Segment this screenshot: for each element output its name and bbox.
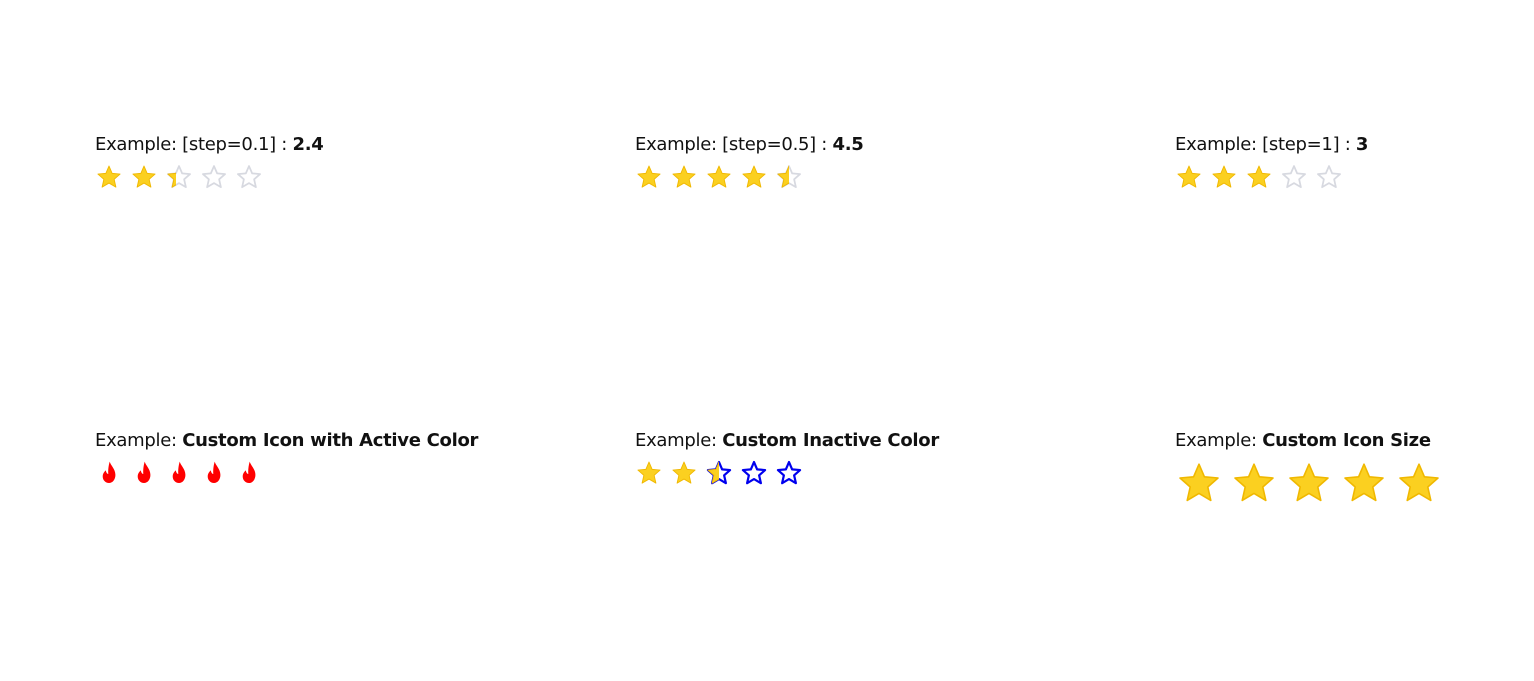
star-icon[interactable] bbox=[635, 459, 663, 487]
star-icon[interactable] bbox=[1285, 459, 1333, 507]
star-icon[interactable] bbox=[95, 163, 123, 191]
example-step-0-1: Example: [step=0.1] : 2.4 bbox=[95, 134, 515, 191]
fire-rating[interactable] bbox=[95, 459, 515, 487]
fire-icon[interactable] bbox=[200, 459, 228, 487]
example-label: Example: [step=0.1] : 2.4 bbox=[95, 134, 515, 156]
star-icon[interactable] bbox=[1315, 163, 1343, 191]
label-value: 2.4 bbox=[292, 134, 324, 155]
star-icon[interactable] bbox=[705, 163, 733, 191]
star-icon[interactable] bbox=[200, 163, 228, 191]
star-rating[interactable] bbox=[635, 459, 1055, 487]
star-icon[interactable] bbox=[1175, 163, 1203, 191]
label-value: 4.5 bbox=[832, 134, 864, 155]
star-icon[interactable] bbox=[1280, 163, 1308, 191]
label-prefix: Example: bbox=[1175, 430, 1263, 451]
star-icon[interactable] bbox=[705, 459, 733, 487]
star-icon[interactable] bbox=[670, 163, 698, 191]
label-value: Custom Inactive Color bbox=[722, 430, 939, 451]
label-value: Custom Icon Size bbox=[1262, 430, 1431, 451]
example-step-1: Example: [step=1] : 3 bbox=[1175, 134, 1534, 191]
star-icon[interactable] bbox=[1395, 459, 1443, 507]
fire-icon[interactable] bbox=[165, 459, 193, 487]
label-value: Custom Icon with Active Color bbox=[182, 430, 479, 451]
star-icon[interactable] bbox=[775, 163, 803, 191]
star-icon[interactable] bbox=[670, 459, 698, 487]
star-icon[interactable] bbox=[740, 459, 768, 487]
label-value: 3 bbox=[1355, 134, 1369, 155]
label-prefix: Example: bbox=[95, 430, 183, 451]
star-icon[interactable] bbox=[235, 163, 263, 191]
fire-icon[interactable] bbox=[235, 459, 263, 487]
label-prefix: Example: bbox=[635, 430, 723, 451]
example-label: Example: Custom Inactive Color bbox=[635, 430, 1055, 452]
star-rating[interactable] bbox=[1175, 163, 1534, 191]
star-icon[interactable] bbox=[1175, 459, 1223, 507]
star-icon[interactable] bbox=[635, 163, 663, 191]
example-label: Example: Custom Icon with Active Color bbox=[95, 430, 515, 452]
star-icon[interactable] bbox=[165, 163, 193, 191]
label-prefix: Example: [step=0.1] : bbox=[95, 134, 293, 155]
example-label: Example: Custom Icon Size bbox=[1175, 430, 1534, 452]
star-icon[interactable] bbox=[1245, 163, 1273, 191]
example-custom-icon-size: Example: Custom Icon Size bbox=[1175, 430, 1534, 507]
label-prefix: Example: [step=0.5] : bbox=[635, 134, 833, 155]
star-icon[interactable] bbox=[775, 459, 803, 487]
example-label: Example: [step=0.5] : 4.5 bbox=[635, 134, 1055, 156]
example-custom-icon-active-color: Example: Custom Icon with Active Color bbox=[95, 430, 515, 487]
example-label: Example: [step=1] : 3 bbox=[1175, 134, 1534, 156]
star-icon[interactable] bbox=[130, 163, 158, 191]
fire-icon[interactable] bbox=[130, 459, 158, 487]
fire-icon[interactable] bbox=[95, 459, 123, 487]
example-custom-inactive-color: Example: Custom Inactive Color bbox=[635, 430, 1055, 487]
star-rating[interactable] bbox=[95, 163, 515, 191]
star-rating[interactable] bbox=[1175, 459, 1534, 507]
star-icon[interactable] bbox=[1340, 459, 1388, 507]
star-icon[interactable] bbox=[740, 163, 768, 191]
label-prefix: Example: [step=1] : bbox=[1175, 134, 1356, 155]
example-step-0-5: Example: [step=0.5] : 4.5 bbox=[635, 134, 1055, 191]
star-rating[interactable] bbox=[635, 163, 1055, 191]
star-icon[interactable] bbox=[1210, 163, 1238, 191]
star-icon[interactable] bbox=[1230, 459, 1278, 507]
